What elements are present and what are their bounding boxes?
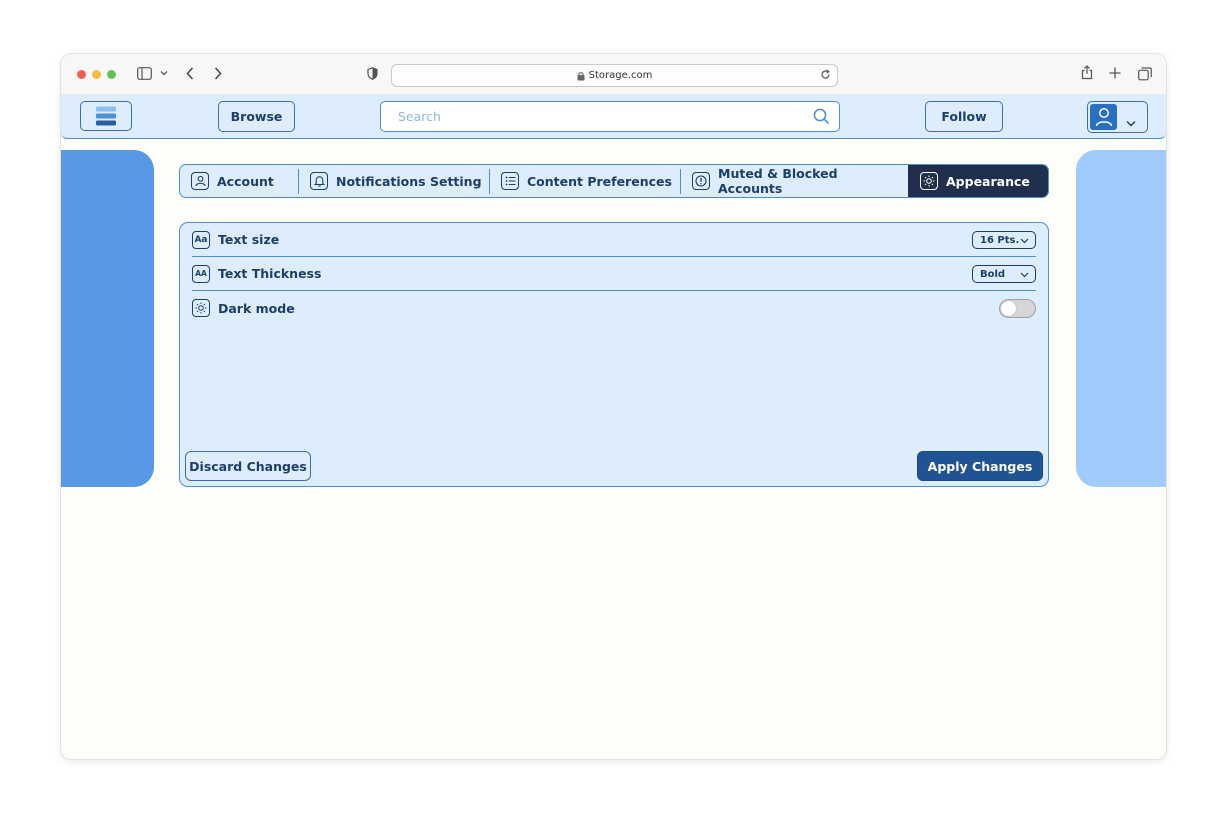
text-size-value: 16 Pts. [980, 234, 1020, 246]
zoom-window-button[interactable] [107, 70, 116, 79]
left-side-panel [61, 150, 154, 487]
dark-mode-row: Dark mode [192, 291, 1036, 325]
appearance-settings-panel: Aa Text size 16 Pts. AA Text Thickness B… [179, 222, 1049, 487]
follow-button[interactable]: Follow [925, 101, 1003, 132]
chevron-down-icon [1020, 270, 1029, 281]
browser-toolbar: Storage.com [61, 54, 1166, 94]
browser-window: Storage.com Browse Search Follow Account… [61, 54, 1166, 759]
lock-icon [577, 71, 585, 81]
share-icon[interactable] [1081, 65, 1093, 80]
back-icon[interactable] [186, 67, 194, 80]
avatar[interactable] [1090, 104, 1117, 130]
tab-divider [489, 169, 490, 194]
new-tab-icon[interactable] [1109, 67, 1121, 79]
sun-icon [192, 299, 210, 317]
settings-tabs: Account Notifications Setting Content Pr… [179, 164, 1049, 198]
search-icon[interactable] [813, 108, 830, 129]
text-size-icon: Aa [192, 230, 210, 249]
search-input[interactable] [396, 108, 800, 125]
text-size-row: Aa Text size 16 Pts. [192, 223, 1036, 257]
apply-changes-button[interactable]: Apply Changes [917, 451, 1043, 481]
user-icon [1095, 107, 1113, 127]
dark-mode-label: Dark mode [218, 300, 295, 316]
search-box [380, 101, 840, 132]
tab-divider [298, 169, 299, 194]
address-bar[interactable]: Storage.com [391, 64, 838, 87]
bell-icon [310, 172, 328, 190]
discard-changes-button[interactable]: Discard Changes [185, 451, 311, 481]
text-size-label: Text size [218, 232, 280, 247]
sun-icon [920, 172, 938, 190]
shield-icon[interactable] [367, 67, 378, 80]
text-size-select[interactable]: 16 Pts. [972, 231, 1036, 249]
text-thickness-row: AA Text Thickness Bold [192, 257, 1036, 291]
tab-label: Notifications Setting [336, 173, 482, 189]
text-thickness-select[interactable]: Bold [972, 265, 1036, 283]
profile-menu-button[interactable] [1087, 101, 1148, 133]
right-side-panel [1076, 150, 1166, 487]
text-thickness-label: Text Thickness [218, 266, 322, 281]
chevron-down-icon[interactable] [160, 70, 168, 76]
app-header: Browse Follow [61, 94, 1166, 139]
tab-content-preferences[interactable]: Content Preferences [501, 165, 681, 197]
menu-button[interactable] [80, 101, 132, 131]
tab-account[interactable]: Account [191, 165, 297, 197]
tab-label: Appearance [946, 173, 1030, 189]
tab-muted-blocked-accounts[interactable]: Muted & Blocked Accounts [692, 165, 906, 197]
forward-icon[interactable] [214, 67, 222, 80]
close-window-button[interactable] [77, 70, 86, 79]
tab-label: Account [217, 173, 274, 189]
sidebar-icon[interactable] [137, 67, 152, 80]
text-thickness-icon: AA [192, 264, 210, 283]
chevron-down-icon [1020, 236, 1029, 247]
chevron-down-icon [1126, 112, 1136, 131]
tab-appearance[interactable]: Appearance [908, 165, 1048, 197]
reload-icon[interactable] [820, 69, 831, 80]
alert-icon [692, 172, 710, 190]
user-icon [191, 172, 209, 190]
toggle-knob [1001, 301, 1016, 316]
url-text: Storage.com [588, 70, 653, 81]
tab-label: Content Preferences [527, 173, 672, 189]
minimize-window-button[interactable] [92, 70, 101, 79]
tab-divider [680, 169, 681, 194]
list-icon [501, 172, 519, 190]
menu-icon [95, 105, 117, 127]
tab-notifications-setting[interactable]: Notifications Setting [310, 165, 490, 197]
tab-label: Muted & Blocked Accounts [718, 166, 838, 196]
tabs-overview-icon[interactable] [1138, 67, 1152, 81]
browse-button[interactable]: Browse [218, 101, 295, 132]
text-thickness-value: Bold [980, 268, 1006, 280]
dark-mode-toggle[interactable] [999, 299, 1036, 318]
